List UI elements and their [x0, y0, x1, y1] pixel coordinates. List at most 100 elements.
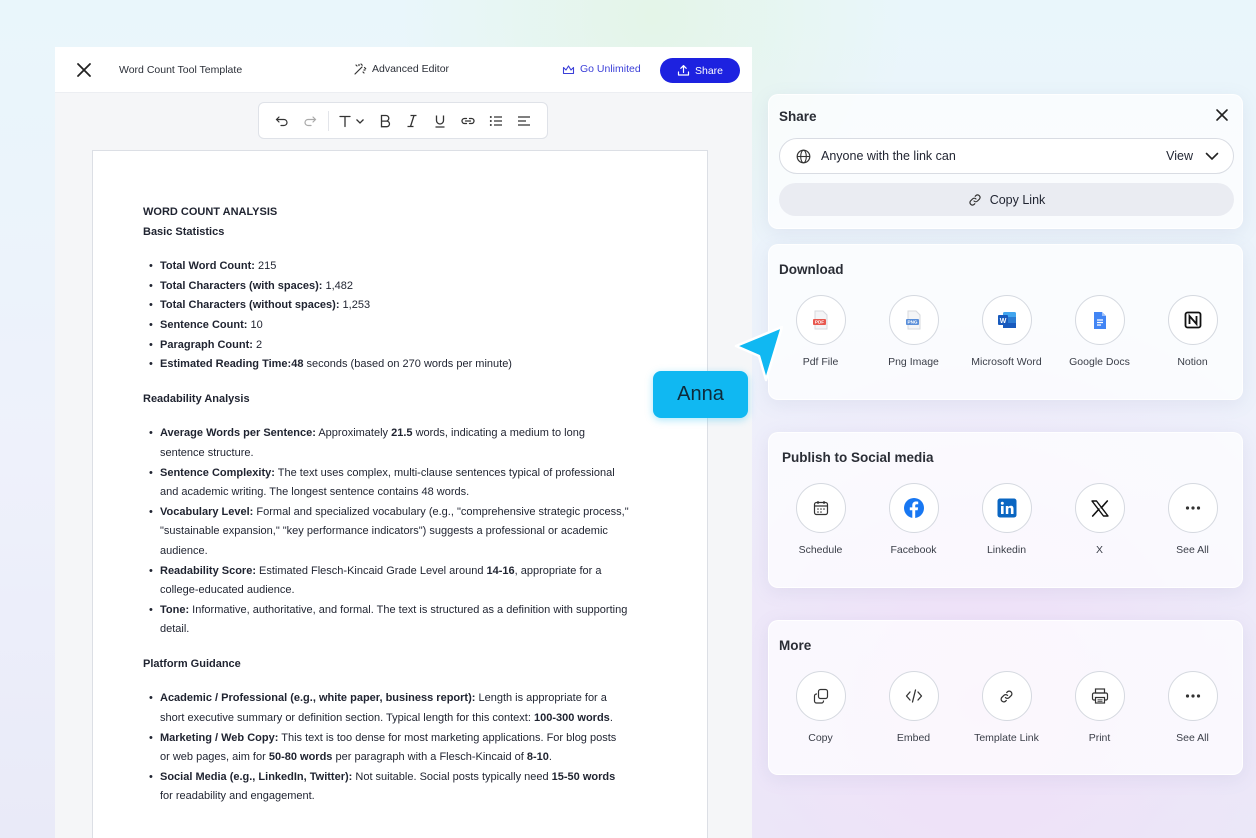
wand-icon: [354, 63, 367, 75]
list-item: Tone: Informative, authoritative, and fo…: [143, 601, 629, 640]
advanced-editor-label: Advanced Editor: [372, 63, 450, 75]
print-button[interactable]: Print: [1053, 671, 1146, 746]
png-icon: PNG: [905, 310, 920, 330]
social-item-label: Linkedin: [986, 544, 1027, 556]
go-unlimited-link[interactable]: Go Unlimited: [562, 63, 641, 75]
linkedin-button[interactable]: Linkedin: [960, 483, 1053, 558]
editor-topbar: Word Count Tool Template Advanced Editor…: [55, 47, 752, 93]
code-icon: [905, 689, 922, 703]
template-link-button[interactable]: Template Link: [960, 671, 1053, 746]
underline-button[interactable]: [426, 107, 454, 135]
share-button[interactable]: Share: [660, 58, 740, 83]
list-item: Readability Score: Estimated Flesch-Kinc…: [143, 562, 629, 601]
basic-stats-list: Total Word Count: 215 Total Characters (…: [143, 257, 657, 375]
list-item: Academic / Professional (e.g., white pap…: [143, 689, 629, 728]
download-word-button[interactable]: W Microsoft Word: [960, 295, 1053, 370]
text-style-dropdown[interactable]: [333, 107, 371, 135]
align-left-icon: [518, 115, 531, 126]
italic-button[interactable]: [399, 107, 427, 135]
list-item: Paragraph Count: 2: [143, 336, 657, 356]
close-icon[interactable]: [75, 61, 93, 79]
bullet-list-button[interactable]: [482, 107, 510, 135]
collaborator-name-badge: Anna: [653, 371, 748, 418]
share-panel-title: Share: [779, 109, 817, 124]
see-all-more-button[interactable]: See All: [1146, 671, 1239, 746]
link-permission-select[interactable]: Anyone with the link can View: [779, 138, 1234, 174]
link-icon: [1000, 690, 1013, 702]
download-png-button[interactable]: PNG Png Image: [867, 295, 960, 370]
document-title: Word Count Tool Template: [119, 64, 243, 76]
google-docs-icon: [1093, 311, 1106, 329]
list-item: Social Media (e.g., LinkedIn, Twitter): …: [143, 768, 629, 807]
chevron-down-icon: [1205, 152, 1219, 160]
download-google-docs-button[interactable]: Google Docs: [1053, 295, 1146, 370]
notion-icon: [1184, 311, 1201, 329]
document-heading: WORD COUNT ANALYSIS: [143, 206, 278, 218]
pdf-icon: PDF: [812, 310, 827, 330]
list-item: Total Characters (with spaces): 1,482: [143, 277, 657, 297]
undo-button[interactable]: [268, 107, 296, 135]
download-pdf-button[interactable]: PDF Pdf File: [774, 295, 867, 370]
copy-icon: [813, 688, 828, 704]
chevron-down-icon: [356, 118, 365, 124]
link-icon: [461, 117, 475, 124]
social-title: Publish to Social media: [782, 450, 934, 465]
embed-button[interactable]: Embed: [867, 671, 960, 746]
undo-icon: [275, 115, 288, 126]
download-notion-button[interactable]: Notion: [1146, 295, 1239, 370]
more-item-label: Copy: [808, 732, 833, 744]
upload-icon: [677, 65, 690, 76]
globe-icon: [796, 149, 811, 163]
link-icon: [969, 193, 981, 206]
more-item-label: Embed: [896, 732, 931, 744]
crown-icon: [562, 64, 575, 74]
more-title: More: [779, 638, 812, 653]
document-page[interactable]: WORD COUNT ANALYSIS Basic Statistics Tot…: [92, 150, 708, 838]
redo-button[interactable]: [296, 107, 324, 135]
advanced-editor-button[interactable]: Advanced Editor: [353, 62, 449, 76]
list-item: Sentence Complexity: The text uses compl…: [143, 464, 629, 503]
download-item-label: Notion: [1177, 356, 1208, 368]
download-title: Download: [779, 262, 844, 277]
bold-button[interactable]: [371, 107, 399, 135]
link-button[interactable]: [454, 107, 482, 135]
x-logo-icon: [1090, 499, 1109, 517]
go-unlimited-label: Go Unlimited: [580, 63, 641, 75]
facebook-button[interactable]: Facebook: [867, 483, 960, 558]
align-button[interactable]: [510, 107, 538, 135]
calendar-icon: [813, 501, 828, 516]
social-item-label: Facebook: [890, 544, 937, 556]
download-item-label: Png Image: [888, 356, 939, 368]
linkedin-icon: [997, 498, 1016, 518]
schedule-button[interactable]: Schedule: [774, 483, 867, 558]
microsoft-word-icon: W: [997, 312, 1016, 328]
copy-link-button[interactable]: Copy Link: [779, 183, 1234, 216]
more-item-label: See All: [1176, 732, 1209, 744]
italic-icon: [407, 114, 417, 127]
see-all-social-button[interactable]: See All: [1146, 483, 1239, 558]
facebook-icon: [903, 498, 924, 518]
copy-link-label: Copy Link: [989, 192, 1046, 207]
download-item-label: Google Docs: [1069, 356, 1130, 368]
editor-window: Word Count Tool Template Advanced Editor…: [55, 47, 752, 838]
bold-icon: [380, 114, 390, 127]
bullet-list-icon: [489, 115, 503, 126]
readability-list: Average Words per Sentence: Approximatel…: [143, 424, 629, 640]
list-item: Total Characters (without spaces): 1,253: [143, 296, 657, 316]
more-item-label: Template Link: [974, 732, 1039, 744]
copy-button[interactable]: Copy: [774, 671, 867, 746]
list-item: Total Word Count: 215: [143, 257, 657, 277]
more-icon: [1185, 694, 1200, 698]
printer-icon: [1091, 688, 1108, 704]
more-icon: [1185, 506, 1200, 510]
list-item: Average Words per Sentence: Approximatel…: [143, 424, 629, 463]
text-type-icon: [339, 115, 351, 127]
toolbar-divider: [327, 110, 329, 131]
platform-guidance-list: Academic / Professional (e.g., white pap…: [143, 689, 629, 807]
download-panel: Download PDF Pdf File PNG Png Image W Mi…: [768, 244, 1243, 400]
close-icon[interactable]: [1214, 107, 1230, 123]
x-button[interactable]: X: [1053, 483, 1146, 558]
format-toolbar: [258, 102, 548, 139]
section-heading: Basic Statistics: [143, 225, 225, 238]
more-panel: More Copy Embed Template Link Print See …: [768, 620, 1243, 775]
